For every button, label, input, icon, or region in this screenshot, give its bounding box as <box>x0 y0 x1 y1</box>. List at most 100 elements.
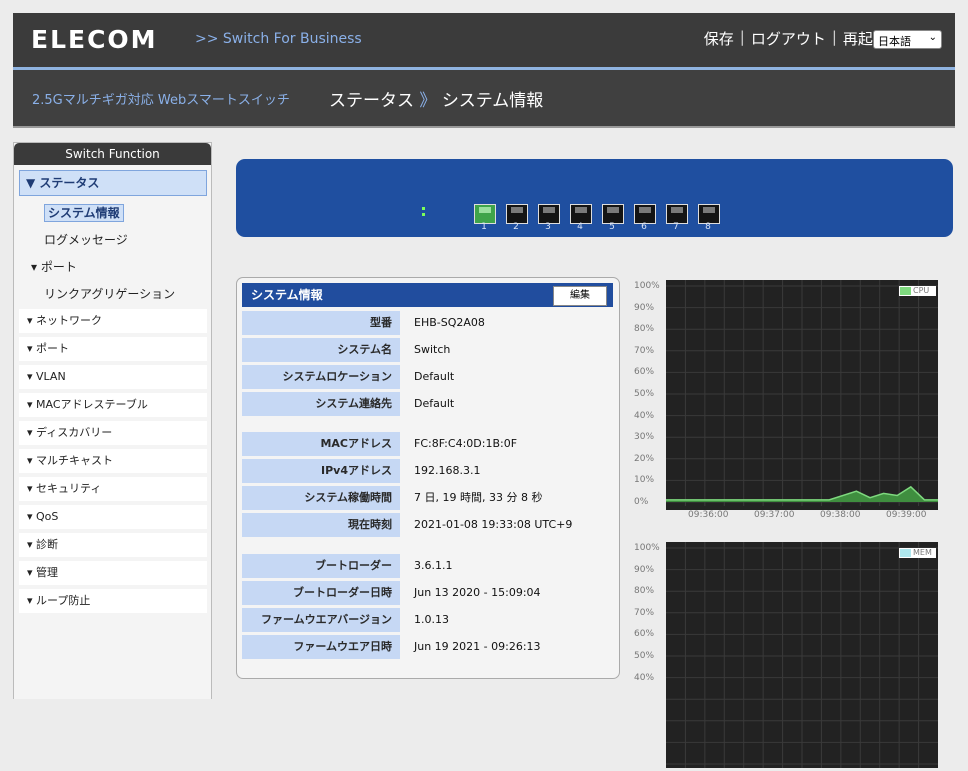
sidebar-item-qos[interactable]: ▾ QoS <box>19 505 207 529</box>
chart-svg <box>666 280 938 506</box>
y-tick-label: 60% <box>634 367 655 378</box>
info-value: 3.6.1.1 <box>414 559 453 572</box>
sidebar-title: Switch Function <box>14 143 211 165</box>
info-row: システム連絡先 Default <box>242 392 613 416</box>
sidebar-item-mac-table[interactable]: ▾ MACアドレステーブル <box>19 393 207 417</box>
info-label: 型番 <box>242 311 400 335</box>
port-number: 6 <box>641 222 647 232</box>
info-value: FC:8F:C4:0D:1B:0F <box>414 437 518 450</box>
cpu-chart: CPU 100% 90% 80% 70% 60% 50% 40% 30% 20% 10% 0% 09:3… <box>634 276 954 522</box>
sidebar-item-diagnostics[interactable]: ▾ 診断 <box>19 533 207 557</box>
switch-port-5[interactable] <box>602 204 624 224</box>
y-tick-label: 40% <box>634 672 655 683</box>
info-label: IPv4アドレス <box>242 459 400 483</box>
info-row: システム稼働時間 7 日, 19 時間, 33 分 8 秒 <box>242 486 613 510</box>
info-value: 2021-01-08 19:33:08 UTC+9 <box>414 518 573 531</box>
info-value: Default <box>414 370 455 383</box>
switch-port-7[interactable] <box>666 204 688 224</box>
chart-legend: CPU <box>899 286 936 296</box>
y-tick-label: 0% <box>634 497 649 507</box>
logout-link[interactable]: ログアウト <box>751 28 826 49</box>
status-led <box>422 213 425 216</box>
info-row: ファームウエアバージョン 1.0.13 <box>242 608 613 632</box>
memory-chart: MEM 100% 90% 80% 70% 60% 50% 40% <box>634 538 954 769</box>
info-value: 192.168.3.1 <box>414 464 481 477</box>
sidebar-item-security[interactable]: ▾ セキュリティ <box>19 477 207 501</box>
card-title: システム情報 <box>251 288 323 302</box>
switch-port-4[interactable] <box>570 204 592 224</box>
info-value: Jun 19 2021 - 09:26:13 <box>414 640 541 653</box>
info-label: システム稼働時間 <box>242 486 400 510</box>
breadcrumb-page: システム情報 <box>441 91 544 111</box>
system-info-card: システム情報 編集 型番 EHB-SQ2A08 システム名 Switch システムロケー… <box>236 277 620 679</box>
chart-plot-area: MEM <box>666 542 938 768</box>
info-row: ブートローダー日時 Jun 13 2020 - 15:09:04 <box>242 581 613 605</box>
port-number: 5 <box>609 222 615 232</box>
x-tick-label: 09:38:00 <box>820 510 861 520</box>
chevron-down-icon: ⌄ <box>928 32 937 43</box>
sidebar-item-link-aggregation[interactable]: リンクアグリゲーション <box>14 281 211 308</box>
save-link[interactable]: 保存 <box>704 28 734 49</box>
y-tick-label: 60% <box>634 629 655 640</box>
breadcrumb-arrow: 》 <box>419 91 437 111</box>
switch-port-6[interactable] <box>634 204 656 224</box>
legend-label: MEM <box>913 548 932 557</box>
info-label: ファームウエアバージョン <box>242 608 400 632</box>
x-tick-label: 09:37:00 <box>754 510 795 520</box>
info-row: IPv4アドレス 192.168.3.1 <box>242 459 613 483</box>
chart-legend: MEM <box>899 548 936 558</box>
language-select[interactable]: 日本語 ⌄ <box>873 30 942 49</box>
info-value: 7 日, 19 時間, 33 分 8 秒 <box>414 491 543 504</box>
switch-port-8[interactable] <box>698 204 720 224</box>
edit-button[interactable]: 編集 <box>553 286 607 306</box>
sidebar: Switch Function ▼ ステータス システム情報 ログメッセージ ▾… <box>13 142 212 699</box>
legend-swatch <box>900 549 911 557</box>
info-row: MACアドレス FC:8F:C4:0D:1B:0F <box>242 432 613 456</box>
menu-separator: | <box>739 28 745 46</box>
chart-plot-area: CPU <box>666 280 938 510</box>
sidebar-item-network[interactable]: ▾ ネットワーク <box>19 309 207 333</box>
info-value: Switch <box>414 343 451 356</box>
switch-port-3[interactable] <box>538 204 560 224</box>
sidebar-item-multicast[interactable]: ▾ マルチキャスト <box>19 449 207 473</box>
sidebar-item-loop-prevention[interactable]: ▾ ループ防止 <box>19 589 207 613</box>
legend-label: CPU <box>913 286 930 295</box>
sidebar-item-management[interactable]: ▾ 管理 <box>19 561 207 585</box>
info-row: システムロケーション Default <box>242 365 613 389</box>
breadcrumb: ステータス 》 システム情報 <box>329 86 543 111</box>
info-value: 1.0.13 <box>414 613 449 626</box>
info-label: ブートローダー <box>242 554 400 578</box>
sidebar-item-system-info[interactable]: システム情報 <box>14 200 211 227</box>
y-tick-label: 90% <box>634 302 655 313</box>
y-tick-label: 10% <box>634 475 655 486</box>
info-value: EHB-SQ2A08 <box>414 316 485 329</box>
info-value: Default <box>414 397 455 410</box>
y-tick-label: 30% <box>634 432 655 443</box>
sidebar-subgroup-port[interactable]: ▾ ポート <box>14 254 211 281</box>
sidebar-item-log-messages[interactable]: ログメッセージ <box>14 227 211 254</box>
info-row: 型番 EHB-SQ2A08 <box>242 311 613 335</box>
port-number: 7 <box>673 222 679 232</box>
info-label: 現在時刻 <box>242 513 400 537</box>
sidebar-item-vlan[interactable]: ▾ VLAN <box>19 365 207 389</box>
sidebar-item-port[interactable]: ▾ ポート <box>19 337 207 361</box>
menu-separator: | <box>831 28 837 46</box>
info-label: システム連絡先 <box>242 392 400 416</box>
language-value: 日本語 <box>878 35 911 48</box>
info-label: システムロケーション <box>242 365 400 389</box>
switch-port-1[interactable] <box>474 204 496 224</box>
switch-port-2[interactable] <box>506 204 528 224</box>
sidebar-item-discovery[interactable]: ▾ ディスカバリー <box>19 421 207 445</box>
breadcrumb-section: ステータス <box>329 91 414 111</box>
y-tick-label: 80% <box>634 586 655 597</box>
info-row: ブートローダー 3.6.1.1 <box>242 554 613 578</box>
sidebar-group-status[interactable]: ▼ ステータス <box>19 170 207 196</box>
info-label: ブートローダー日時 <box>242 581 400 605</box>
elecom-logo: ELECOM <box>31 25 158 54</box>
y-tick-label: 70% <box>634 607 655 618</box>
y-tick-label: 100% <box>634 543 660 553</box>
brand-label: >> Switch For Business <box>195 31 362 47</box>
system-info-header: システム情報 編集 <box>242 283 613 307</box>
sub-header: 2.5Gマルチギガ対応 Webスマートスイッチ ステータス 》 システム情報 <box>13 70 955 128</box>
y-tick-label: 70% <box>634 345 655 356</box>
